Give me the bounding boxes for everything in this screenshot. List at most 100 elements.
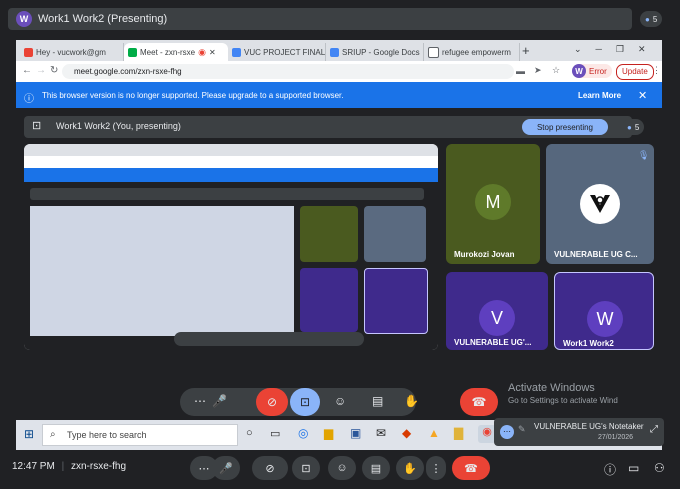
profile-error-chip[interactable]: W Error [572, 64, 612, 78]
new-tab-button[interactable]: + [522, 43, 530, 58]
tab-google-search[interactable]: refugee empowerm [424, 43, 520, 61]
camera-off-button[interactable]: ⊘ [252, 456, 288, 480]
phone-hangup-icon: ☎ [464, 462, 478, 475]
camera-icon[interactable]: ▬ [516, 66, 525, 76]
activate-windows-sub: Go to Settings to activate Windows. [508, 396, 618, 405]
search-icon: ⌕ [50, 429, 56, 440]
url-field[interactable]: meet.google.com/zxn-rsxe-fhg [62, 64, 514, 79]
close-icon[interactable]: ✕ [209, 48, 216, 57]
presenting-title: Work1 Work2 (Presenting) [38, 13, 168, 25]
emoji-icon: ☺ [336, 462, 348, 474]
emoji-icon[interactable]: ☺ [334, 394, 346, 408]
docs-icon [330, 47, 339, 57]
taskbar-search[interactable]: ⌕ Type here to search [42, 424, 238, 446]
meeting-time: 12:47 PM | zxn-rsxe-fhg [12, 461, 126, 472]
phone-hangup-icon: ☎ [471, 395, 487, 409]
reload-icon[interactable]: ↻ [50, 65, 58, 76]
close-icon[interactable]: ✕ [638, 89, 647, 102]
info-icon[interactable]: ⓘ [604, 461, 616, 478]
present-icon: ⊡ [299, 395, 311, 409]
participant-tile[interactable]: M Murokozi Jovan [446, 144, 540, 264]
tab-label: refugee empowerm [442, 47, 511, 57]
profile-avatar: W [572, 64, 586, 78]
time-text: 12:47 PM [12, 461, 55, 472]
captions-icon[interactable]: ▤ [372, 394, 383, 408]
store-icon[interactable]: ▣ [350, 426, 361, 440]
notification-toast[interactable]: ⋯ ✎ VULNERABLE UG's Notetaker 27/01/2026… [494, 418, 664, 446]
leave-call-button[interactable]: ☎ [460, 388, 498, 416]
more-options-icon[interactable]: ⋯ [194, 394, 206, 408]
mirror-tabs [24, 144, 438, 156]
org-logo-icon [580, 184, 620, 224]
info-icon: ⓘ [24, 94, 34, 105]
people-icon: ● [645, 14, 650, 24]
google-icon [428, 46, 439, 58]
participant-name: VULNERABLE UG'... [454, 338, 532, 347]
share-icon[interactable]: ➤ [534, 65, 542, 76]
mic-icon[interactable]: 🎤 [212, 394, 227, 408]
activate-windows-title: Activate Windows [508, 382, 595, 394]
raise-hand-icon: ✋ [403, 462, 417, 475]
screen-share-tile [24, 144, 438, 350]
recording-icon: ◉ [198, 46, 206, 57]
task-view-icon[interactable]: ○ [246, 427, 253, 439]
browser-window: Hey - vucwork@gm Meet - zxn-rsxe ◉ ✕ VUC… [16, 40, 662, 350]
mirror-address [24, 156, 438, 168]
tab-meet[interactable]: Meet - zxn-rsxe ◉ ✕ [124, 43, 228, 61]
more-actions-button[interactable]: ⋮ [426, 456, 446, 480]
camera-off-button[interactable]: ⊘ [256, 388, 288, 416]
raise-hand-button[interactable]: ✋ [396, 456, 424, 480]
mic-button[interactable]: 🎤 [212, 456, 240, 480]
expand-icon[interactable]: ⤢ [650, 424, 658, 435]
mirror-meet [24, 182, 438, 350]
tab-docs-sriup[interactable]: SRIUP - Google Docs [326, 43, 424, 61]
widgets-icon[interactable]: ▭ [270, 427, 280, 440]
emoji-button[interactable]: ☺ [328, 456, 356, 480]
window-controls[interactable]: ⌄─❐✕ [574, 44, 660, 55]
activities-icon[interactable]: ⚇ [654, 461, 665, 475]
stop-presenting-button[interactable]: Stop presenting [522, 119, 608, 135]
forward-icon[interactable]: → [36, 65, 46, 76]
tab-label: Hey - vucwork@gm [36, 47, 106, 57]
raise-hand-icon[interactable]: ✋ [404, 394, 419, 408]
camera-off-icon: ⊘ [266, 395, 278, 409]
participant-tile[interactable]: V VULNERABLE UG'... [446, 272, 548, 350]
notification-text: VULNERABLE UG's Notetaker [534, 422, 644, 431]
participant-tile[interactable]: 🎙 VULNERABLE UG C... [546, 144, 654, 264]
participant-name: VULNERABLE UG C... [554, 250, 638, 259]
leave-call-button[interactable]: ☎ [452, 456, 490, 480]
bookmark-icon[interactable]: ☆ [552, 65, 560, 76]
presentation-title: Work1 Work2 (You, presenting) [56, 121, 181, 131]
windows-start-icon[interactable]: ⊞ [24, 427, 34, 441]
learn-more-link[interactable]: Learn More [578, 91, 621, 100]
app-icon[interactable]: ◆ [402, 426, 411, 440]
folder-icon[interactable]: ▇ [454, 426, 463, 440]
presenting-bar: W Work1 Work2 (Presenting) [8, 8, 632, 30]
present-button[interactable]: ⊡ [290, 388, 320, 416]
meeting-code: zxn-rsxe-fhg [70, 461, 126, 472]
file-explorer-icon[interactable]: ▆ [324, 426, 333, 440]
captions-button[interactable]: ▤ [362, 456, 390, 480]
docs-icon [232, 47, 241, 57]
tab-docs-vuc[interactable]: VUC PROJECT FINAL [228, 43, 326, 61]
back-icon[interactable]: ← [22, 65, 32, 76]
search-placeholder: Type here to search [67, 430, 147, 440]
tab-gmail[interactable]: Hey - vucwork@gm [20, 43, 124, 61]
edge-icon[interactable]: ◎ [298, 426, 308, 440]
tab-label: SRIUP - Google Docs [342, 47, 420, 57]
mail-icon[interactable]: ✉ [376, 426, 386, 440]
more-options-icon: ⋯ [198, 462, 210, 475]
participants-chip[interactable]: ● 5 [622, 119, 645, 135]
unsupported-browser-banner: ⓘ This browser version is no longer supp… [16, 82, 662, 108]
avatar: W [587, 301, 623, 337]
present-button[interactable]: ⊡ [292, 456, 320, 480]
camera-off-icon: ⊘ [265, 462, 275, 475]
presenter-avatar: W [16, 11, 32, 27]
vlc-icon[interactable]: ▲ [428, 426, 440, 440]
menu-icon[interactable]: ⋮ [652, 65, 661, 76]
update-button[interactable]: Update [616, 64, 654, 80]
participant-tile-self[interactable]: W Work1 Work2 [554, 272, 654, 350]
participants-chip[interactable]: ● 5 [640, 11, 663, 27]
participant-name: Murokozi Jovan [454, 250, 515, 259]
chat-icon[interactable]: ▭ [628, 461, 639, 475]
